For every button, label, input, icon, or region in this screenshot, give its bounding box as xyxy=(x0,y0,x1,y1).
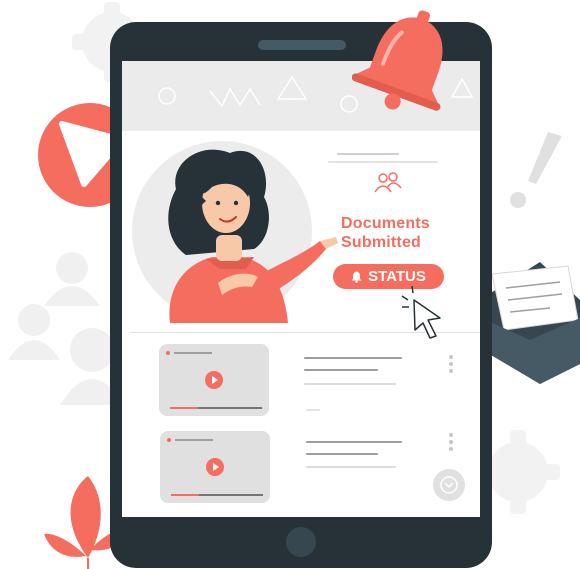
cursor-icon xyxy=(401,286,441,339)
bell-icon xyxy=(351,271,362,283)
chevron-down-icon xyxy=(440,476,458,494)
user-silhouette-icon xyxy=(8,252,124,405)
bell-icon xyxy=(352,10,443,111)
exclamation-icon xyxy=(510,132,562,208)
placeholder-line xyxy=(337,153,399,155)
placeholder-line xyxy=(306,441,402,443)
more-options-icon[interactable] xyxy=(449,433,453,451)
indicator-dot xyxy=(167,438,171,442)
video-progress-bar[interactable] xyxy=(170,407,262,409)
scroll-down-button[interactable] xyxy=(433,469,465,501)
play-button[interactable] xyxy=(206,458,224,476)
placeholder-line xyxy=(306,409,320,411)
title-placeholder xyxy=(175,439,213,441)
placeholder-line xyxy=(304,357,402,359)
video-thumbnail[interactable] xyxy=(160,431,270,503)
woman-avatar xyxy=(168,149,338,323)
play-button[interactable] xyxy=(205,371,223,389)
placeholder-line xyxy=(306,453,378,455)
video-thumbnail[interactable] xyxy=(159,344,269,416)
title-placeholder xyxy=(174,352,212,354)
user-group-icon xyxy=(374,172,402,193)
heading-line-1: Documents xyxy=(341,215,430,232)
video-progress-fill xyxy=(171,494,199,496)
placeholder-line xyxy=(306,466,396,468)
heading-line-2: Submitted xyxy=(341,234,422,251)
video-progress-fill xyxy=(170,407,198,409)
home-button[interactable] xyxy=(286,527,316,557)
video-progress-bar[interactable] xyxy=(171,494,263,496)
more-options-icon[interactable] xyxy=(449,355,453,373)
tablet-speaker xyxy=(258,40,346,50)
placeholder-line xyxy=(304,383,396,385)
placeholder-line xyxy=(328,161,438,163)
envelope-icon xyxy=(486,262,580,384)
indicator-dot xyxy=(166,351,170,355)
documents-submitted-heading: Documents Submitted xyxy=(341,214,461,252)
placeholder-line xyxy=(304,369,378,371)
